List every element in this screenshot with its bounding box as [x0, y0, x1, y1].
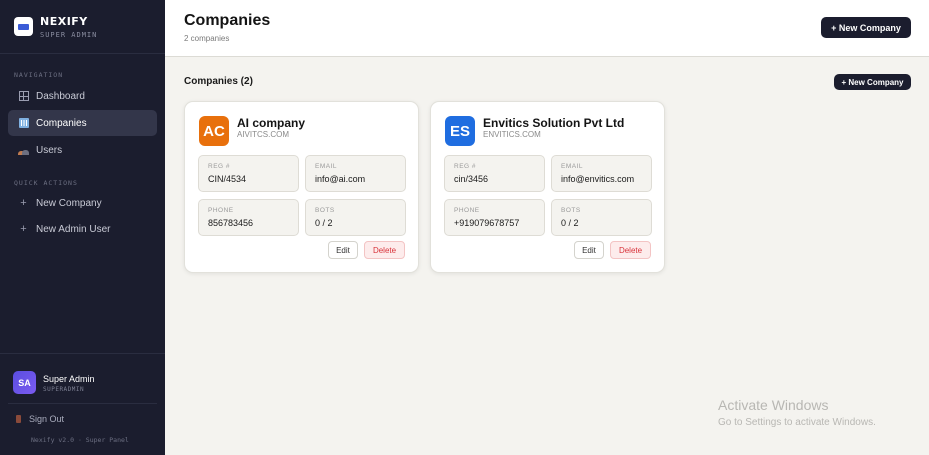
new-company-button[interactable]: + New Company	[821, 17, 911, 38]
email-field: EMAIL info@ai.com	[305, 155, 406, 192]
company-avatar: AC	[199, 116, 229, 146]
sidebar-item-companies[interactable]: Companies	[8, 110, 157, 136]
navigation-section-label: NAVIGATION	[14, 71, 64, 79]
company-domain: ENVITICS.COM	[483, 130, 541, 139]
section-title: Companies (2)	[184, 76, 253, 87]
company-name: Envitics Solution Pvt Ltd	[483, 116, 625, 130]
field-value: 0 / 2	[315, 218, 333, 228]
sidebar-item-label: Users	[36, 144, 63, 156]
sign-out-label: Sign Out	[29, 414, 65, 424]
phone-field: PHONE +919079678757	[444, 199, 545, 236]
field-label: EMAIL	[315, 163, 338, 170]
field-label: BOTS	[561, 207, 581, 214]
activate-windows-title: Activate Windows	[718, 397, 829, 413]
edit-button[interactable]: Edit	[328, 241, 358, 259]
version-text: Nexify v2.0 · Super Panel	[31, 436, 129, 444]
sidebar: NEXIFY SUPER ADMIN NAVIGATION Dashboard …	[0, 0, 165, 455]
section-new-company-button[interactable]: + New Company	[834, 74, 911, 90]
phone-field: PHONE 856783456	[198, 199, 299, 236]
delete-button[interactable]: Delete	[364, 241, 405, 259]
door-icon	[16, 415, 21, 423]
field-label: REG #	[454, 163, 477, 170]
field-value: 0 / 2	[561, 218, 579, 228]
sign-out-button[interactable]: Sign Out	[16, 414, 64, 424]
page-subtitle: 2 companies	[184, 34, 230, 43]
brand-name: NEXIFY	[40, 14, 88, 28]
quick-actions-section-label: QUICK ACTIONS	[14, 179, 78, 187]
sidebar-item-users[interactable]: Users	[8, 137, 157, 163]
brand-subtitle: SUPER ADMIN	[40, 30, 98, 39]
quick-action-new-company[interactable]: + New Company	[8, 190, 157, 216]
field-label: PHONE	[208, 207, 234, 214]
activate-windows-subtitle: Go to Settings to activate Windows.	[718, 417, 876, 428]
grid-icon	[18, 91, 29, 102]
bots-field: BOTS 0 / 2	[551, 199, 652, 236]
bots-field: BOTS 0 / 2	[305, 199, 406, 236]
field-label: EMAIL	[561, 163, 584, 170]
quick-action-new-admin-user[interactable]: + New Admin User	[8, 216, 157, 242]
field-label: BOTS	[315, 207, 335, 214]
field-value: info@envitics.com	[561, 174, 635, 184]
reg-field: REG # CIN/4534	[198, 155, 299, 192]
sidebar-divider	[0, 353, 165, 354]
field-label: REG #	[208, 163, 231, 170]
nexify-logo-icon	[14, 17, 33, 36]
plus-icon: +	[20, 196, 27, 209]
company-card: AC AI company AIVITCS.COM REG # CIN/4534…	[184, 101, 419, 273]
company-avatar: ES	[445, 116, 475, 146]
users-icon	[18, 145, 29, 156]
field-value: info@ai.com	[315, 174, 366, 184]
page-title: Companies	[184, 12, 271, 29]
sidebar-item-label: Companies	[36, 117, 87, 129]
field-label: PHONE	[454, 207, 480, 214]
edit-button[interactable]: Edit	[574, 241, 604, 259]
delete-button[interactable]: Delete	[610, 241, 651, 259]
company-name: AI company	[237, 116, 306, 130]
sidebar-item-label: Dashboard	[36, 90, 85, 102]
quick-action-label: New Company	[36, 197, 102, 209]
field-value: 856783456	[208, 218, 254, 228]
reg-field: REG # cin/3456	[444, 155, 545, 192]
company-card: ES Envitics Solution Pvt Ltd ENVITICS.CO…	[430, 101, 665, 273]
quick-action-label: New Admin User	[36, 223, 111, 235]
company-domain: AIVITCS.COM	[237, 130, 290, 139]
field-value: cin/3456	[454, 174, 489, 184]
sidebar-divider	[8, 403, 157, 404]
email-field: EMAIL info@envitics.com	[551, 155, 652, 192]
user-role: SUPERADMIN	[43, 386, 85, 393]
page-header: Companies 2 companies + New Company	[165, 0, 929, 57]
building-icon	[18, 118, 29, 129]
sidebar-item-dashboard[interactable]: Dashboard	[8, 83, 157, 109]
brand: NEXIFY SUPER ADMIN	[0, 0, 165, 54]
plus-icon: +	[20, 222, 27, 235]
user-name: Super Admin	[43, 374, 95, 384]
field-value: +919079678757	[454, 218, 520, 228]
field-value: CIN/4534	[208, 174, 247, 184]
avatar: SA	[13, 371, 36, 394]
